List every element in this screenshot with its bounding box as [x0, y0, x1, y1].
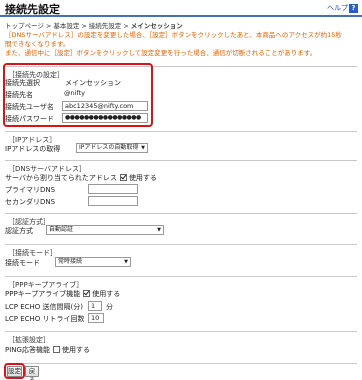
ip-label: IPアドレスの取得 [5, 145, 61, 153]
dns-auto-checkbox-wrap[interactable]: 使用する [119, 174, 157, 182]
dns-auto-row: サーバから割り当てられたアドレス 使用する [5, 173, 157, 184]
ext-ping-checkbox-wrap[interactable]: 使用する [52, 346, 90, 354]
mode-select[interactable]: 常時接続 ▼ [55, 257, 131, 267]
warning-line-2: 間できなくなります。 [5, 40, 70, 48]
ext-ping-checkbox[interactable] [52, 346, 60, 353]
breadcrumb-basic[interactable]: 基本設定 [53, 22, 79, 30]
ppp-retry-label: LCP ECHO リトライ回数 [5, 315, 85, 323]
warning-line-1: ［DNSサーバアドレス］の設定を変更した場合、［設定］ボタンをクリックしたあと、… [5, 31, 342, 39]
breadcrumb-current: メインセッション [130, 22, 183, 30]
warning-message: ［DNSサーバアドレス］の設定を変更した場合、［設定］ボタンをクリックしたあと、… [5, 31, 360, 58]
breadcrumb-separator: > [123, 22, 129, 30]
ip-select-value: IPアドレスの自動取得 [79, 144, 139, 151]
breadcrumb: トップページ > 基本設定 > 接続先設定 > メインセッション [5, 20, 183, 30]
ext-ping-check-label: 使用する [61, 346, 90, 354]
dns-primary-label: プライマリDNS [5, 186, 56, 194]
ppp-keepalive-label: PPPキープアライブ機能 [5, 290, 81, 298]
ppp-keepalive-check-label: 使用する [92, 290, 121, 298]
breadcrumb-connection[interactable]: 接続先設定 [89, 22, 122, 30]
auth-select-value: 自動認証 [49, 226, 74, 233]
ppp-keepalive-checkbox[interactable] [83, 290, 91, 297]
chevron-down-icon: ▼ [157, 227, 161, 233]
mode-select-value: 常時接続 [58, 258, 83, 265]
back-button[interactable]: 戻る [25, 366, 39, 380]
auth-select[interactable]: 自動認証 ▼ [46, 225, 164, 235]
dns-secondary-field[interactable] [88, 196, 138, 206]
chevron-down-icon: ▼ [124, 259, 128, 265]
dns-secondary-label: セカンダリDNS [5, 198, 56, 206]
dns-auto-checkbox[interactable] [119, 174, 127, 181]
ppp-keepalive-checkbox-wrap[interactable]: 使用する [83, 290, 120, 298]
mode-label: 接続モード [5, 259, 40, 267]
ip-section-title: ［IPアドレス］ [8, 136, 57, 144]
dns-auto-label: サーバから割り当てられたアドレス [5, 174, 117, 182]
ext-section-title: ［拡張設定］ [8, 336, 50, 344]
breadcrumb-top[interactable]: トップページ [5, 22, 44, 30]
ppp-interval-label: LCP ECHO 送信間隔(分) [5, 303, 84, 311]
help-label[interactable]: ヘルプ [327, 4, 348, 12]
auth-label: 認証方式 [5, 227, 33, 235]
chevron-down-icon: ▼ [141, 145, 145, 151]
warning-line-3: また、通信中に［設定］ボタンをクリックして設定変更を行った場合、通信が切断される… [5, 49, 317, 57]
ppp-interval-field[interactable]: 1 [88, 301, 102, 311]
dns-section: ［DNSサーバアドレス］ [5, 160, 357, 210]
footer-divider [5, 363, 357, 364]
ext-ping-row: PING応答機能 使用する [5, 345, 90, 356]
breadcrumb-separator: > [81, 22, 87, 30]
breadcrumb-separator: > [45, 22, 52, 30]
dns-primary-field[interactable] [88, 184, 138, 194]
help-link[interactable]: ヘルプ? [327, 3, 358, 13]
dns-auto-check-label: 使用する [128, 174, 157, 182]
ppp-keepalive-row: PPPキープアライブ機能 使用する [5, 289, 120, 300]
submit-highlight [4, 363, 25, 379]
title-bar: 接続先設定 ヘルプ? [0, 0, 362, 17]
ext-ping-label: PING応答機能 [5, 346, 50, 354]
help-icon[interactable]: ? [349, 4, 358, 13]
page-title: 接続先設定 [5, 3, 60, 16]
connection-highlight [3, 63, 153, 127]
ppp-retry-field[interactable]: 10 [88, 313, 104, 323]
ppp-interval-unit: 分 [106, 303, 113, 311]
ip-select[interactable]: IPアドレスの自動取得 ▼ [76, 143, 148, 153]
